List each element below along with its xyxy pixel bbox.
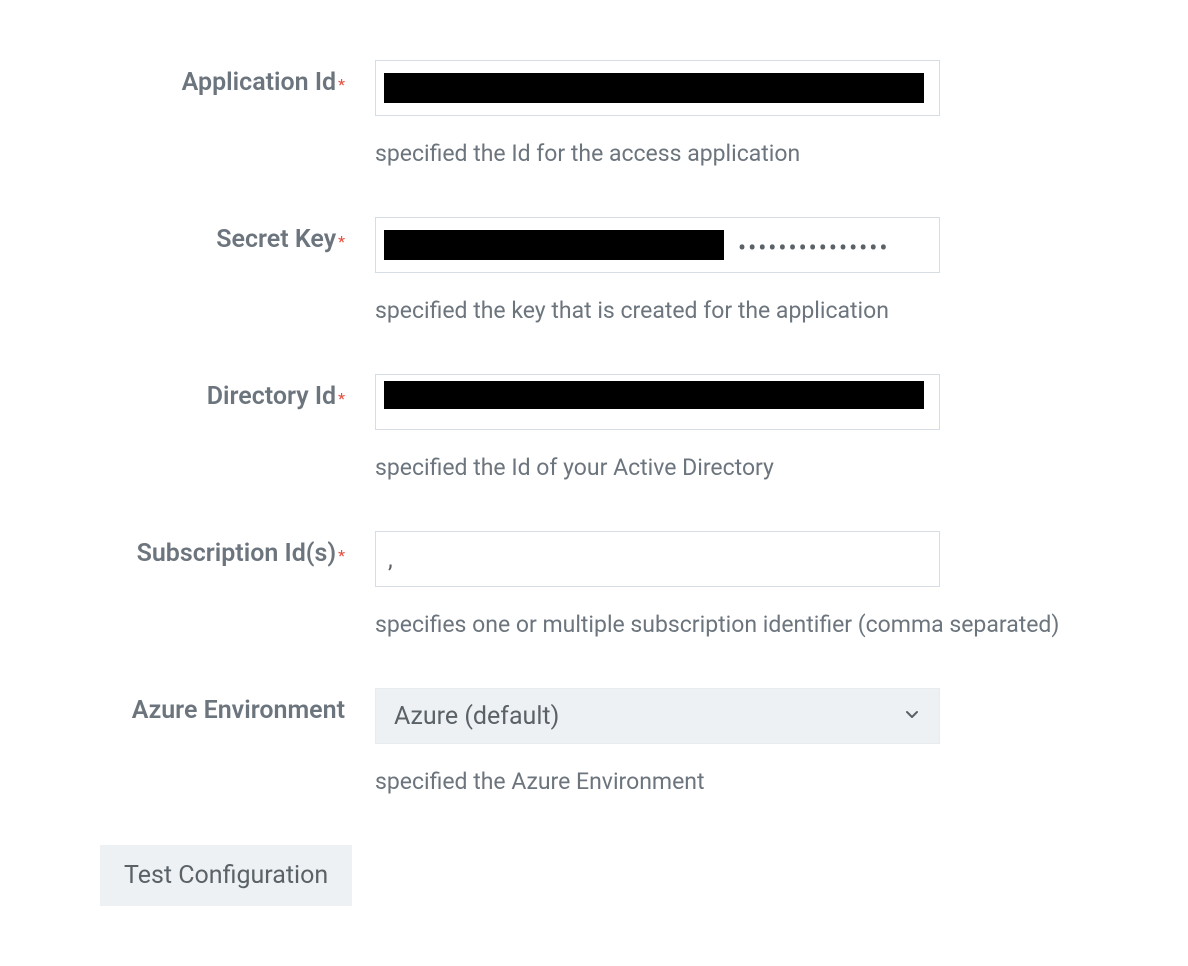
redaction-bar bbox=[384, 73, 924, 103]
test-configuration-button[interactable]: Test Configuration bbox=[100, 845, 352, 906]
secret-key-input[interactable]: ••••••••••••••• bbox=[375, 217, 940, 273]
masked-dots: ••••••••••••••• bbox=[738, 234, 889, 262]
field-row-directory-id: Directory Id* specified the Id of your A… bbox=[30, 374, 1158, 481]
field-row-azure-environment: Azure Environment Azure (default) specif… bbox=[30, 688, 1158, 795]
subscription-ids-input[interactable] bbox=[375, 531, 940, 587]
application-id-input[interactable] bbox=[375, 60, 940, 116]
label-col: Secret Key* bbox=[30, 217, 375, 254]
input-col: specified the Id of your Active Director… bbox=[375, 374, 1158, 481]
input-col: specifies one or multiple subscription i… bbox=[375, 531, 1158, 638]
button-row: Test Configuration bbox=[30, 845, 1158, 906]
secret-key-help: specified the key that is created for th… bbox=[375, 297, 1158, 324]
azure-environment-label: Azure Environment bbox=[132, 696, 345, 725]
azure-environment-help: specified the Azure Environment bbox=[375, 768, 1158, 795]
secret-key-label: Secret Key bbox=[216, 225, 336, 254]
label-col: Directory Id* bbox=[30, 374, 375, 411]
label-col: Application Id* bbox=[30, 60, 375, 97]
field-row-secret-key: Secret Key* ••••••••••••••• specified th… bbox=[30, 217, 1158, 324]
application-id-label: Application Id bbox=[182, 68, 336, 97]
field-row-subscription-ids: Subscription Id(s)* specifies one or mul… bbox=[30, 531, 1158, 638]
redaction-bar bbox=[384, 381, 924, 409]
required-marker: * bbox=[338, 389, 345, 408]
input-col: ••••••••••••••• specified the key that i… bbox=[375, 217, 1158, 324]
application-id-help: specified the Id for the access applicat… bbox=[375, 140, 1158, 167]
label-col: Subscription Id(s)* bbox=[30, 531, 375, 568]
subscription-ids-label: Subscription Id(s) bbox=[137, 539, 337, 568]
field-row-application-id: Application Id* specified the Id for the… bbox=[30, 60, 1158, 167]
input-col: specified the Id for the access applicat… bbox=[375, 60, 1158, 167]
directory-id-label: Directory Id bbox=[207, 382, 336, 411]
input-col: Azure (default) specified the Azure Envi… bbox=[375, 688, 1158, 795]
label-col: Azure Environment bbox=[30, 688, 375, 725]
required-marker: * bbox=[338, 232, 345, 251]
azure-environment-select[interactable]: Azure (default) bbox=[375, 688, 940, 744]
required-marker: * bbox=[338, 546, 345, 565]
required-marker: * bbox=[338, 75, 345, 94]
configuration-form: Application Id* specified the Id for the… bbox=[30, 60, 1158, 906]
redaction-bar bbox=[384, 230, 724, 260]
directory-id-help: specified the Id of your Active Director… bbox=[375, 454, 1158, 481]
select-wrapper: Azure (default) bbox=[375, 688, 940, 744]
subscription-ids-help: specifies one or multiple subscription i… bbox=[375, 611, 1158, 638]
directory-id-input[interactable] bbox=[375, 374, 940, 430]
